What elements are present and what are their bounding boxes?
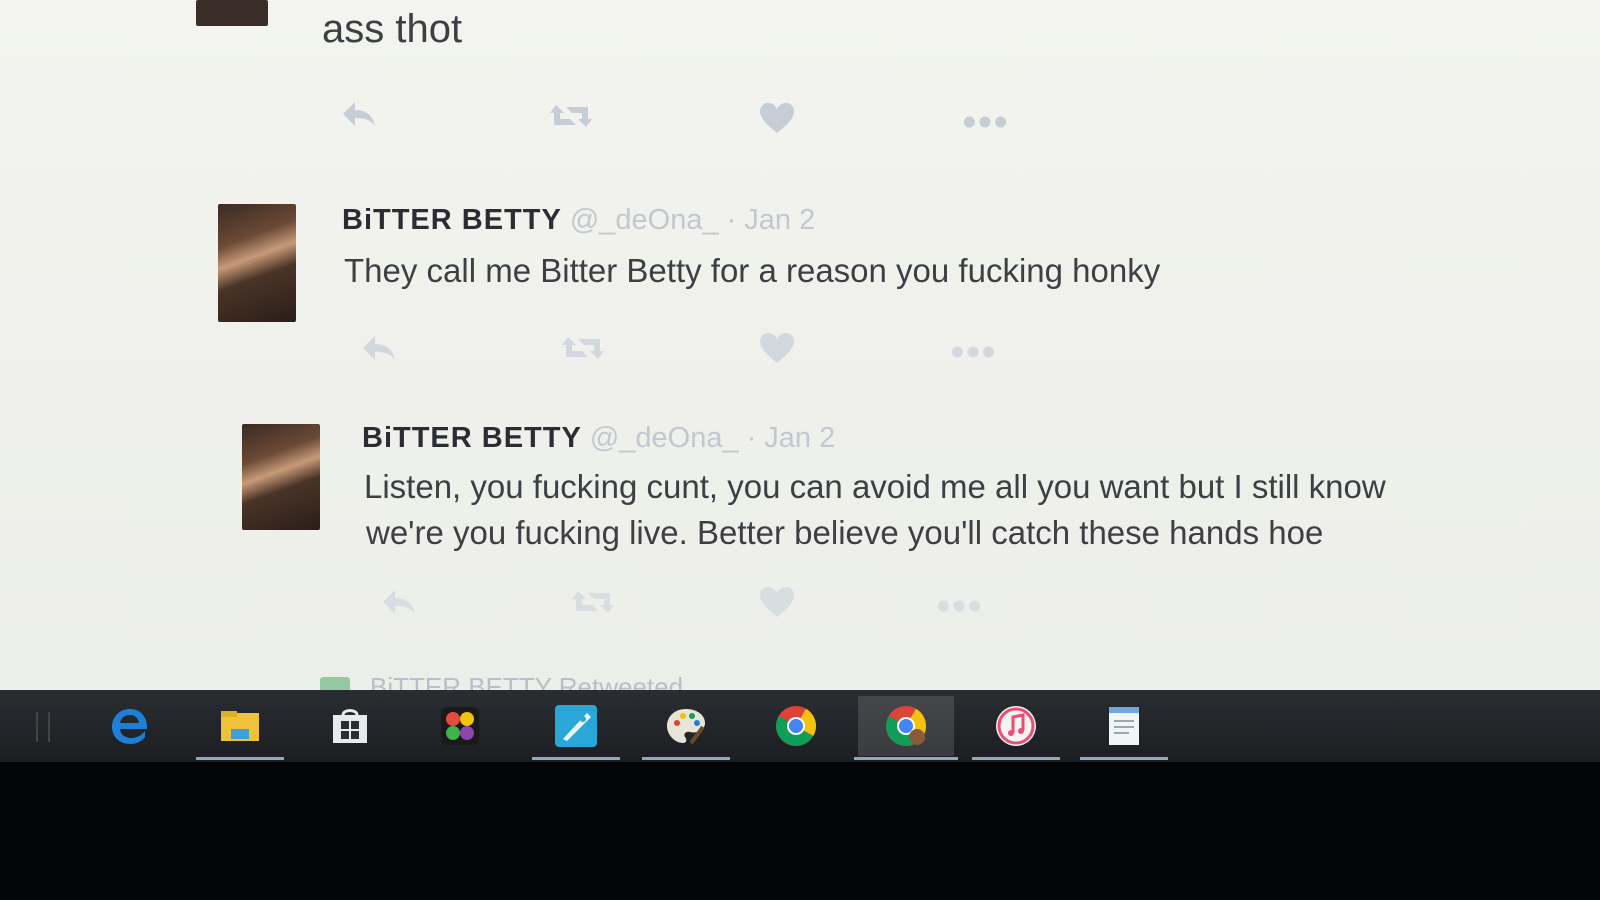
taskbar-chrome-profile[interactable]: [854, 696, 958, 760]
tweet-date[interactable]: Jan 2: [744, 204, 815, 236]
chrome-icon: [776, 706, 816, 746]
taskbar: [0, 690, 1600, 762]
taskbar-notepad[interactable]: [1080, 696, 1168, 760]
taskbar-rocket-app[interactable]: [532, 696, 620, 760]
like-icon: [760, 587, 794, 617]
tweet-date[interactable]: Jan 2: [764, 422, 835, 454]
itunes-icon: [996, 706, 1036, 746]
display-name[interactable]: BiTTER BETTY: [362, 422, 582, 454]
taskbar-chrome[interactable]: [756, 696, 836, 756]
more-button[interactable]: [936, 588, 982, 624]
running-indicator: [854, 757, 958, 760]
more-icon: [951, 346, 995, 358]
paint-palette-icon: [667, 709, 705, 745]
like-icon: [760, 333, 794, 363]
twitter-feed-screen: ass thot BiTTER BETTY @_deOna_ · Jan 2 They…: [0, 0, 1600, 690]
retweet-icon: [562, 337, 604, 359]
more-icon: [963, 116, 1007, 128]
running-indicator: [196, 757, 284, 760]
user-handle[interactable]: @_deOna_: [590, 422, 739, 454]
running-indicator: [1080, 757, 1168, 760]
reply-button[interactable]: [376, 584, 422, 620]
notepad-icon: [1109, 707, 1139, 745]
chrome-profile-icon: [886, 706, 926, 746]
taskbar-photos-app[interactable]: [420, 696, 500, 756]
display-name[interactable]: BiTTER BETTY: [342, 204, 562, 236]
like-button[interactable]: [754, 584, 800, 620]
more-button[interactable]: [950, 334, 996, 370]
tweet[interactable]: BiTTER BETTY @_deOna_ · Jan 2 They call me …: [0, 190, 1600, 390]
tweet[interactable]: BiTTER BETTY @_deOna_ · Jan 2 Listen, you f…: [0, 414, 1600, 654]
tweet-text-line-2: we're you fucking live. Better believe y…: [366, 514, 1324, 551]
monitor-bezel: [0, 762, 1600, 900]
tweet-header: BiTTER BETTY @_deOna_ · Jan 2: [342, 204, 815, 237]
retweet-button[interactable]: [548, 98, 594, 134]
reply-icon: [383, 590, 415, 614]
taskbar-file-explorer[interactable]: [196, 696, 284, 760]
taskbar-edge[interactable]: [90, 696, 170, 756]
reply-icon: [343, 102, 375, 126]
like-button[interactable]: [754, 330, 800, 366]
photos-app-icon: [441, 707, 479, 745]
app-rocket-icon: [555, 705, 597, 747]
edge-icon: [112, 709, 148, 744]
avatar[interactable]: [242, 424, 320, 530]
retweeted-icon: [320, 677, 350, 690]
avatar[interactable]: [196, 0, 268, 26]
taskbar-store[interactable]: [310, 696, 390, 756]
more-button[interactable]: [962, 104, 1008, 140]
tweet-partial[interactable]: ass thot: [0, 0, 1600, 160]
running-indicator: [532, 757, 620, 760]
separator: ·: [746, 422, 757, 454]
retweet-icon: [572, 591, 614, 613]
reply-icon: [363, 336, 395, 360]
running-indicator: [972, 757, 1060, 760]
separator: ·: [726, 204, 737, 236]
retweet-icon: [550, 105, 592, 127]
like-icon: [760, 103, 794, 133]
taskbar-itunes[interactable]: [972, 696, 1060, 760]
user-handle[interactable]: @_deOna_: [570, 204, 719, 236]
retweet-button[interactable]: [570, 584, 616, 620]
tweet-header: BiTTER BETTY @_deOna_ · Jan 2: [362, 422, 835, 455]
tweet-text-line-1: Listen, you fucking cunt, you can avoid …: [364, 468, 1386, 505]
retweet-button[interactable]: [560, 330, 606, 366]
retweeted-text: BiTTER BETTY Retweeted: [370, 672, 684, 690]
reply-button[interactable]: [336, 96, 382, 132]
file-explorer-icon: [221, 711, 259, 741]
more-icon: [937, 600, 981, 612]
running-indicator: [642, 757, 730, 760]
reply-button[interactable]: [356, 330, 402, 366]
tweet-text: They call me Bitter Betty for a reason y…: [344, 252, 1161, 289]
like-button[interactable]: [754, 100, 800, 136]
retweeted-notice: BiTTER BETTY Retweeted: [320, 672, 683, 690]
tweet-text: ass thot: [322, 7, 463, 51]
store-icon: [333, 709, 367, 743]
taskbar-grip: [36, 712, 50, 742]
taskbar-paint[interactable]: [642, 696, 730, 760]
avatar[interactable]: [218, 204, 296, 322]
